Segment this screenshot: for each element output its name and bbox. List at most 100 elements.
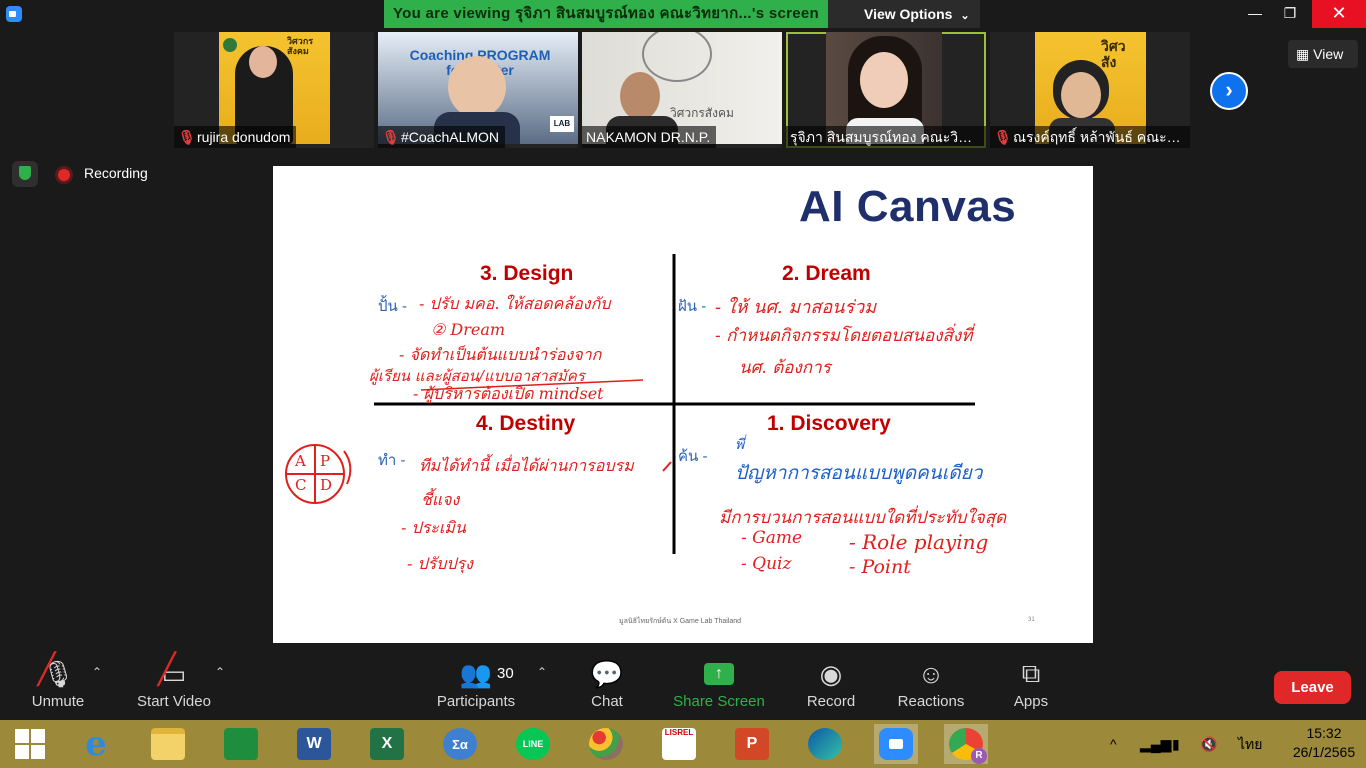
mic-muted-icon: 🎙 — [178, 129, 196, 145]
shared-screen-slide: AI Canvas 3. Design 2. Dream 4. Destiny … — [273, 166, 1093, 643]
reactions-button[interactable]: ☺ Reactions — [896, 655, 966, 720]
view-options-label: View Options — [864, 6, 953, 22]
show-hidden-icons-button[interactable]: ^ — [1110, 720, 1117, 768]
title-bar: You are viewing รุจิภา สินสมบูรณ์ทอง คณะ… — [0, 0, 1366, 28]
word-taskbar[interactable]: W — [292, 724, 336, 764]
palette-icon — [589, 728, 623, 760]
next-page-arrow-icon[interactable]: › — [1210, 72, 1248, 110]
person-face — [620, 72, 660, 120]
participant-name-text: rujira donudom — [197, 129, 291, 145]
viewing-banner: You are viewing รุจิภา สินสมบูรณ์ทอง คณะ… — [384, 0, 828, 28]
quadrant-title-design: 3. Design — [480, 262, 574, 285]
logo-text: วิศวกร สังคม — [287, 36, 314, 56]
zoom-taskbar[interactable] — [874, 724, 918, 764]
participant-name-text: รุจิภา สินสมบูรณ์ทอง คณะวิทย... — [790, 129, 986, 145]
unmute-label: Unmute — [31, 693, 85, 710]
line-icon: LINE — [516, 728, 550, 760]
label-dream: ฝัน - — [678, 298, 707, 315]
close-button[interactable]: ✕ — [1312, 0, 1366, 28]
store-bag-icon — [224, 728, 258, 760]
excel-icon: X — [370, 728, 404, 760]
line-taskbar[interactable]: LINE — [511, 724, 555, 764]
apcd-a: A — [295, 452, 306, 470]
windows-logo-icon — [15, 729, 45, 759]
chat-button[interactable]: 💬 Chat — [584, 655, 630, 720]
powerpoint-taskbar[interactable]: P — [730, 724, 774, 764]
edge-taskbar[interactable] — [803, 724, 847, 764]
red-tick — [662, 461, 672, 472]
participant-name-text: ณรงค์ฤทธิ์ หล้าพันธ์ คณะว... — [1013, 129, 1187, 145]
background-text: วิศวกรสังคม — [670, 106, 734, 120]
video-tile[interactable]: วิศวกร สังคม 🎙rujira donudom — [174, 32, 374, 148]
file-explorer-taskbar[interactable] — [146, 724, 190, 764]
internet-explorer-taskbar[interactable]: e — [74, 724, 118, 764]
participants-options-caret-icon[interactable]: ⌃ — [537, 665, 547, 679]
zoom-logo-icon — [6, 6, 22, 22]
slide-title: AI Canvas — [799, 182, 1017, 231]
handwriting-discovery: - Point — [849, 556, 911, 578]
slide-footer: มูลนิธิไทยรักษ์ต้น X Game Lab Thailand — [619, 618, 742, 625]
battery-icon[interactable]: ▮ — [1172, 720, 1180, 768]
apcd-c: C — [295, 476, 307, 494]
participant-name: 🎙#CoachALMON — [378, 126, 506, 148]
paint-taskbar[interactable] — [584, 724, 628, 764]
emblem-icon — [642, 32, 712, 82]
security-shield-icon[interactable] — [12, 161, 38, 187]
leave-button[interactable]: Leave — [1274, 671, 1351, 704]
store-taskbar[interactable] — [219, 724, 263, 764]
chrome-icon: R — [949, 728, 987, 764]
meeting-toolbar: 🎙 ╱ Unmute ⌃ ▭ ╱ Start Video ⌃ 👥 Participa… — [0, 654, 1366, 720]
smiley-plus-icon: ☺ — [917, 658, 945, 689]
handwriting-dream: นศ. ต้องการ — [739, 358, 831, 378]
reactions-label: Reactions — [897, 693, 965, 710]
start-button[interactable] — [8, 724, 52, 764]
unmute-button[interactable]: 🎙 ╱ Unmute — [22, 654, 94, 720]
video-options-caret-icon[interactable]: ⌃ — [215, 665, 225, 679]
clock-date: 26/1/2565 — [1292, 744, 1356, 760]
input-language[interactable]: ไทย — [1238, 720, 1262, 768]
share-screen-button[interactable]: ↑ Share Screen — [672, 655, 766, 720]
participant-name: 🎙rujira donudom — [174, 126, 297, 148]
label-discovery: ค้น - — [678, 448, 708, 465]
video-tile[interactable]: วิศว สัง 🎙ณรงค์ฤทธิ์ หล้าพันธ์ คณะว... — [990, 32, 1190, 148]
maximize-button[interactable]: ❐ — [1270, 0, 1310, 28]
handwriting-destiny: ทีมได้ทำนี้ เมื่อได้ผ่านการอบรม — [419, 456, 634, 475]
chevron-down-icon: ⌄ — [960, 10, 970, 22]
view-layout-button[interactable]: ▦ View — [1288, 40, 1358, 68]
apps-icon: ⧉ — [1021, 658, 1041, 688]
video-strip: วิศวกร สังคม 🎙rujira donudom Coaching PR… — [174, 32, 1194, 148]
math-input-taskbar[interactable]: Σα — [438, 724, 482, 764]
zoom-app-icon — [879, 728, 913, 760]
slide-page-number: 31 — [1028, 617, 1035, 623]
chat-bubble-icon: 💬 — [590, 658, 624, 689]
mic-muted-icon: 🎙 — [382, 129, 400, 145]
lisrel-icon: LISREL — [662, 728, 696, 760]
audio-options-caret-icon[interactable]: ⌃ — [92, 665, 102, 679]
network-icon[interactable]: ▂▄▆ — [1140, 720, 1171, 768]
handwriting-discovery: - Quiz — [741, 554, 792, 574]
internet-explorer-icon: e — [85, 724, 107, 764]
minimize-button[interactable]: — — [1235, 0, 1275, 28]
lisrel-taskbar[interactable]: LISREL — [657, 724, 701, 764]
video-tile[interactable]: วิศวกรสังคม NAKAMON DR.N.P. — [582, 32, 782, 148]
participant-name-text: NAKAMON DR.N.P. — [586, 129, 711, 145]
participants-count: 30 — [497, 665, 514, 682]
record-button[interactable]: ◉ Record — [804, 655, 858, 720]
chrome-taskbar[interactable]: R — [944, 724, 988, 764]
chat-label: Chat — [591, 693, 623, 710]
handwriting-dream: - กำหนดกิจกรรมโดยตอบสนองสิ่งที่ — [715, 326, 973, 346]
volume-muted-icon[interactable]: 🔇 — [1200, 720, 1217, 768]
view-options-button[interactable]: View Options ⌄ — [828, 0, 980, 28]
start-video-label: Start Video — [137, 693, 211, 710]
excel-taskbar[interactable]: X — [365, 724, 409, 764]
person-face — [448, 56, 506, 118]
video-tile-active-speaker[interactable]: รุจิภา สินสมบูรณ์ทอง คณะวิทย... — [786, 32, 986, 148]
apps-button[interactable]: ⧉ Apps — [1010, 655, 1052, 720]
handwriting-design: ② Dream — [431, 320, 506, 339]
chrome-profile-badge: R — [971, 748, 987, 764]
apcd-d: D — [320, 476, 333, 494]
start-video-button[interactable]: ▭ ╱ Start Video — [130, 654, 218, 720]
taskbar-clock[interactable]: 15:32 26/1/2565 — [1286, 724, 1362, 762]
handwriting-discovery: มีการบวนการสอนแบบใดที่ประทับใจสุด — [719, 508, 1007, 528]
video-tile[interactable]: Coaching PROGRAM for Master LAB 🎙#CoachA… — [378, 32, 578, 148]
